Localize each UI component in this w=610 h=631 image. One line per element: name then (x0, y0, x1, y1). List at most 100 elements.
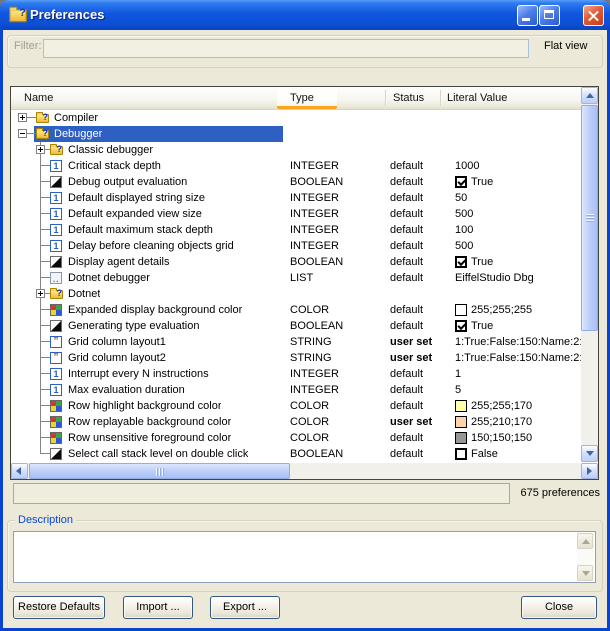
table-row[interactable]: Classic debugger (11, 142, 581, 158)
header-separator[interactable] (385, 90, 386, 106)
color-swatch[interactable] (455, 400, 467, 412)
table-row[interactable]: Display agent detailsBOOLEANdefaultTrue (11, 254, 581, 270)
table-row[interactable]: Compiler (11, 110, 581, 126)
row-literal-value: 1000 (455, 158, 479, 174)
table-row[interactable]: 1Interrupt every N instructionsINTEGERde… (11, 366, 581, 382)
row-name: Display agent details (68, 254, 170, 270)
row-status: user set (390, 350, 452, 366)
row-literal-value: False (471, 446, 498, 462)
folder-icon (50, 146, 63, 155)
table-row[interactable]: Expanded display background colorCOLORde… (11, 302, 581, 318)
row-name: Default expanded view size (68, 206, 202, 222)
checked-checkbox-icon[interactable] (455, 176, 467, 188)
expand-icon[interactable] (36, 289, 45, 298)
title-bar[interactable]: Preferences (0, 0, 610, 30)
tree-line (40, 245, 50, 246)
tree-line (40, 261, 50, 262)
table-row[interactable]: Dotnet debuggerLISTdefaultEiffelStudio D… (11, 270, 581, 286)
color-swatch[interactable] (455, 416, 467, 428)
table-row[interactable]: Debugger (11, 126, 581, 142)
close-button[interactable]: Close (521, 596, 597, 619)
table-row[interactable]: Select call stack level on double clickB… (11, 446, 581, 462)
table-row[interactable]: 1 Default expanded view size INTEGER defaul… (11, 206, 581, 222)
row-type: BOOLEAN (290, 254, 385, 270)
export-button[interactable]: Export ... (210, 596, 280, 619)
column-header-literal-value[interactable]: Literal Value (447, 92, 507, 104)
table-row[interactable]: Debug output evaluationBOOLEANdefaultTru… (11, 174, 581, 190)
row-name: Grid column layout1 (68, 334, 166, 350)
table-row[interactable]: Row highlight background colorCOLORdefau… (11, 398, 581, 414)
row-type: INTEGER (290, 238, 385, 254)
integer-icon: 1 (50, 208, 62, 220)
collapse-icon[interactable] (18, 129, 27, 138)
table-row[interactable]: 1Default maximum stack depthINTEGERdefau… (11, 222, 581, 238)
scroll-left-button[interactable] (11, 463, 28, 479)
column-header-name[interactable]: Name (24, 92, 53, 104)
preferences-count: 675 preferences (515, 487, 600, 499)
scroll-up-button[interactable] (581, 87, 598, 104)
restore-defaults-button[interactable]: Restore Defaults (13, 596, 105, 619)
expand-icon[interactable] (18, 113, 27, 122)
vertical-scroll-thumb[interactable] (581, 105, 598, 331)
expand-icon[interactable] (36, 145, 45, 154)
list-icon (50, 272, 62, 284)
row-name: Interrupt every N instructions (68, 366, 209, 382)
row-name: Row highlight background color (68, 398, 221, 414)
color-icon (50, 432, 62, 444)
table-row[interactable]: 1Max evaluation durationINTEGERdefault5 (11, 382, 581, 398)
checked-checkbox-icon[interactable] (455, 320, 467, 332)
close-window-button[interactable] (583, 5, 604, 26)
checked-checkbox-icon[interactable] (455, 256, 467, 268)
scroll-down-button[interactable] (581, 445, 598, 462)
row-literal-value: 1 (455, 366, 461, 382)
row-literal-value: True (471, 254, 493, 270)
table-row[interactable]: 1Delay before cleaning objects gridINTEG… (11, 238, 581, 254)
column-header-status[interactable]: Status (393, 92, 424, 104)
integer-icon: 1 (50, 384, 62, 396)
row-status: default (390, 398, 452, 414)
flat-view-toggle[interactable]: Flat view (544, 40, 600, 52)
import-button[interactable]: Import ... (123, 596, 193, 619)
row-name: Compiler (54, 110, 98, 126)
color-icon (50, 304, 62, 316)
header-separator[interactable] (440, 90, 441, 106)
vertical-scrollbar[interactable] (581, 87, 598, 462)
row-name: Row unsensitive foreground color (68, 430, 231, 446)
table-row[interactable]: Dotnet (11, 286, 581, 302)
color-swatch[interactable] (455, 432, 467, 444)
unchecked-checkbox-icon[interactable] (455, 448, 467, 460)
description-textarea[interactable] (13, 531, 596, 583)
maximize-button[interactable] (539, 5, 560, 26)
sort-indicator (277, 106, 337, 109)
table-row[interactable]: ”Grid column layout2STRINGuser set1:True… (11, 350, 581, 366)
table-row[interactable]: Generating type evaluationBOOLEANdefault… (11, 318, 581, 334)
grid-header: Name Type Status Literal Value (11, 87, 581, 110)
table-row[interactable]: Row replayable background colorCOLORuser… (11, 414, 581, 430)
tree-line (40, 341, 50, 342)
color-swatch[interactable] (455, 304, 467, 316)
tree-line (40, 309, 50, 310)
preferences-grid: Name Type Status Literal Value CompilerD… (10, 86, 599, 480)
row-type: BOOLEAN (290, 174, 385, 190)
tree-line (27, 133, 36, 134)
row-status: default (390, 206, 452, 222)
folder-icon (50, 290, 63, 299)
row-type: INTEGER (290, 206, 385, 222)
scroll-right-button[interactable] (581, 463, 598, 479)
table-row[interactable]: Row unsensitive foreground colorCOLORdef… (11, 430, 581, 446)
column-header-type[interactable]: Type (277, 87, 337, 109)
table-row[interactable]: 1Critical stack depthINTEGERdefault1000 (11, 158, 581, 174)
row-status: default (390, 190, 452, 206)
row-literal-value: 100 (455, 222, 473, 238)
table-row[interactable]: 1Default displayed string sizeINTEGERdef… (11, 190, 581, 206)
row-name: Debug output evaluation (68, 174, 187, 190)
horizontal-scrollbar[interactable] (11, 463, 598, 479)
filter-input[interactable] (43, 39, 529, 58)
row-literal-value: 5 (455, 382, 461, 398)
table-row[interactable]: ”Grid column layout1STRINGuser set1:True… (11, 334, 581, 350)
tree-line (40, 181, 50, 182)
integer-icon: 1 (50, 160, 62, 172)
minimize-button[interactable] (517, 5, 538, 26)
boolean-icon (50, 256, 62, 268)
horizontal-scroll-thumb[interactable] (29, 463, 290, 479)
